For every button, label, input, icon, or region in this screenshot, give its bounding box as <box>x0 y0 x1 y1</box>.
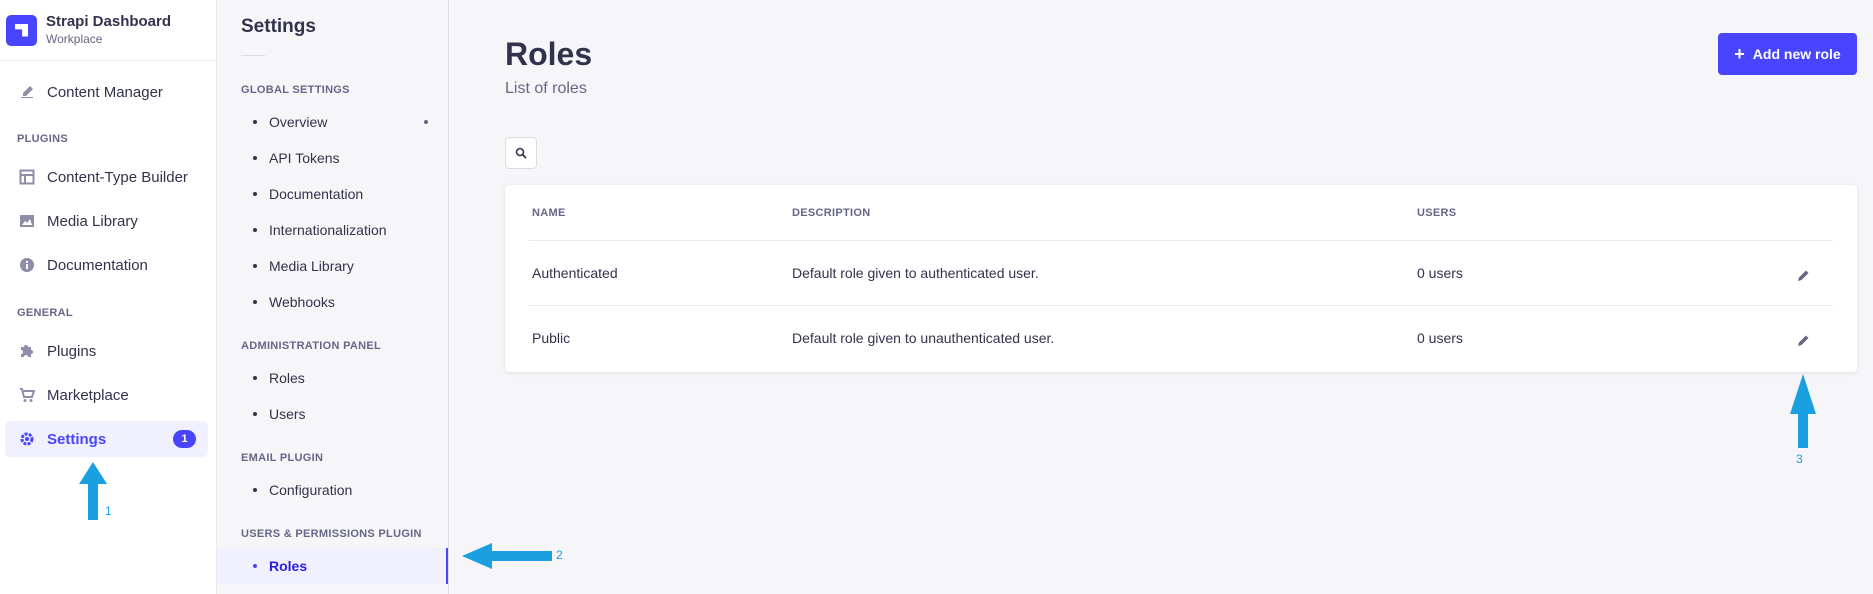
annotation-label: 1 <box>105 504 112 518</box>
general-section-label: GENERAL <box>17 307 73 319</box>
nav-content-manager[interactable]: Content Manager <box>5 74 208 110</box>
cart-icon <box>17 387 37 403</box>
nav-marketplace-label: Marketplace <box>47 386 129 404</box>
column-header-users[interactable]: USERS <box>1417 207 1456 219</box>
layout-icon <box>17 169 37 185</box>
bullet-icon <box>253 412 257 416</box>
nav-documentation-label: Documentation <box>47 256 148 274</box>
subnav-item-up-roles[interactable]: Roles <box>217 548 448 584</box>
pen-icon <box>17 84 37 100</box>
settings-badge: 1 <box>173 430 196 448</box>
subnav-divider <box>241 55 265 56</box>
edit-role-button[interactable] <box>1794 331 1812 349</box>
plugins-section-label: PLUGINS <box>17 133 68 145</box>
search-button[interactable] <box>505 137 537 169</box>
header-divider <box>529 240 1833 241</box>
users-permissions-section-label: USERS & PERMISSIONS PLUGIN <box>241 528 422 540</box>
subnav-item-documentation[interactable]: Documentation <box>217 176 448 212</box>
bullet-icon <box>253 156 257 160</box>
add-new-role-label: Add new role <box>1752 46 1841 62</box>
strapi-logo-icon <box>6 14 37 46</box>
pencil-icon <box>1797 335 1808 346</box>
subnav-item-overview[interactable]: Overview <box>217 104 448 140</box>
subnav-item-label: Media Library <box>269 258 354 274</box>
roles-table: NAME DESCRIPTION USERS Authenticated Def… <box>505 185 1857 372</box>
subnav-item-label: Users <box>269 406 306 422</box>
role-description: Default role given to unauthenticated us… <box>792 330 1055 346</box>
nav-media-library-label: Media Library <box>47 212 138 230</box>
bullet-icon <box>253 228 257 232</box>
nav-settings-label: Settings <box>47 430 107 448</box>
bullet-icon <box>253 300 257 304</box>
nav-content-type-builder-label: Content-Type Builder <box>47 168 188 186</box>
settings-subnav: Settings GLOBAL SETTINGS Overview API To… <box>217 0 449 594</box>
role-name: Authenticated <box>532 265 618 281</box>
subnav-item-label: API Tokens <box>269 150 340 166</box>
info-icon <box>17 257 37 273</box>
role-name: Public <box>532 330 571 346</box>
subnav-item-label: Configuration <box>269 482 353 498</box>
bullet-icon <box>253 120 257 124</box>
nav-documentation[interactable]: Documentation <box>5 247 208 283</box>
search-icon <box>515 147 527 159</box>
gear-icon <box>17 431 37 447</box>
role-user-count: 0 users <box>1417 265 1463 281</box>
role-user-count: 0 users <box>1417 330 1463 346</box>
admin-panel-section-label: ADMINISTRATION PANEL <box>241 340 382 352</box>
nav-plugins-label: Plugins <box>47 342 97 360</box>
bullet-icon <box>253 376 257 380</box>
bullet-icon <box>253 564 257 568</box>
subnav-item-email-configuration[interactable]: Configuration <box>217 472 448 508</box>
bullet-icon <box>253 488 257 492</box>
column-header-description[interactable]: DESCRIPTION <box>792 207 870 219</box>
annotation-label: 3 <box>1796 452 1803 466</box>
brand-title: Strapi Dashboard <box>46 13 172 30</box>
subnav-item-media-library[interactable]: Media Library <box>217 248 448 284</box>
subnav-item-label: Roles <box>269 370 305 386</box>
subnav-item-label: Roles <box>269 558 308 574</box>
brand-header[interactable]: Strapi Dashboard Workplace <box>0 0 216 61</box>
add-new-role-button[interactable]: + Add new role <box>1718 33 1857 75</box>
subnav-item-label: Overview <box>269 114 328 130</box>
image-icon <box>17 213 37 229</box>
bullet-icon <box>253 264 257 268</box>
annotation-arrow-up-icon <box>79 462 107 520</box>
role-description: Default role given to authenticated user… <box>792 265 1039 281</box>
brand-subtitle: Workplace <box>46 32 103 46</box>
nav-settings[interactable]: Settings 1 <box>5 421 208 457</box>
page-subtitle: List of roles <box>505 80 587 97</box>
row-divider <box>529 305 1833 306</box>
subnav-item-label: Internationalization <box>269 222 387 238</box>
subnav-item-label: Documentation <box>269 186 364 202</box>
subnav-item-label: Webhooks <box>269 294 335 310</box>
subnav-item-admin-roles[interactable]: Roles <box>217 360 448 396</box>
nav-content-manager-label: Content Manager <box>47 83 163 101</box>
subnav-item-internationalization[interactable]: Internationalization <box>217 212 448 248</box>
bullet-icon <box>253 192 257 196</box>
nav-media-library[interactable]: Media Library <box>5 203 208 239</box>
pencil-icon <box>1797 270 1808 281</box>
nav-plugins[interactable]: Plugins <box>5 333 208 369</box>
puzzle-icon <box>17 343 37 359</box>
column-header-name[interactable]: NAME <box>532 207 566 219</box>
global-settings-section-label: GLOBAL SETTINGS <box>241 84 350 96</box>
plus-icon: + <box>1734 43 1745 64</box>
edit-role-button[interactable] <box>1794 266 1812 284</box>
subnav-item-api-tokens[interactable]: API Tokens <box>217 140 448 176</box>
annotation-label: 2 <box>556 548 563 562</box>
page-title: Roles <box>505 36 593 72</box>
nav-content-type-builder[interactable]: Content-Type Builder <box>5 159 208 195</box>
new-indicator-dot <box>424 120 428 124</box>
nav-marketplace[interactable]: Marketplace <box>5 377 208 413</box>
annotation-arrow-up-icon <box>1790 374 1816 448</box>
subnav-item-admin-users[interactable]: Users <box>217 396 448 432</box>
subnav-title: Settings <box>241 16 316 37</box>
email-plugin-section-label: EMAIL PLUGIN <box>241 452 324 464</box>
annotation-arrow-left-icon <box>462 543 552 569</box>
subnav-item-webhooks[interactable]: Webhooks <box>217 284 448 320</box>
